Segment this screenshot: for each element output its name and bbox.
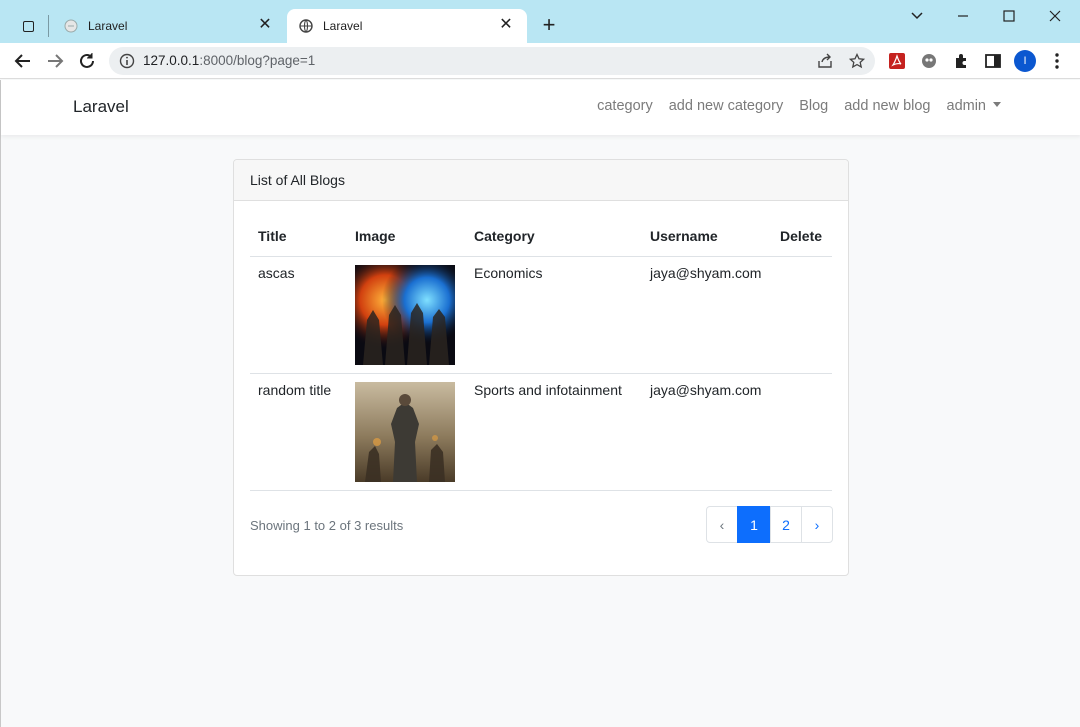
side-panel-icon[interactable] [981, 49, 1005, 73]
globe-icon [299, 19, 313, 33]
minimize-icon[interactable] [940, 4, 986, 28]
caret-down-icon [993, 102, 1001, 107]
profile-avatar[interactable]: I [1014, 50, 1036, 72]
pdf-extension-icon[interactable] [885, 49, 909, 73]
pagination: ‹ 1 2 › [706, 506, 833, 543]
user-dropdown-label: admin [946, 98, 987, 114]
pagination-prev: ‹ [706, 506, 738, 543]
navbar-brand[interactable]: Laravel [73, 97, 129, 117]
row-image-cell [347, 256, 466, 374]
tab-title: Laravel [323, 19, 363, 33]
column-header-title: Title [250, 216, 347, 257]
back-icon[interactable] [9, 47, 37, 75]
nav-links: category add new category Blog add new b… [581, 98, 1001, 114]
row-title: ascas [250, 256, 347, 374]
row-delete-cell [772, 256, 832, 374]
blog-thumbnail-image [355, 264, 455, 365]
favicon-icon [64, 19, 78, 33]
card-header: List of All Blogs [234, 160, 848, 201]
maximize-icon[interactable] [986, 4, 1032, 28]
url-text: 127.0.0.1:8000/blog?page=1 [143, 53, 316, 68]
forward-icon[interactable] [41, 47, 69, 75]
new-tab-button[interactable]: + [537, 13, 561, 37]
blog-thumbnail-image [355, 381, 455, 482]
user-dropdown[interactable]: admin [946, 98, 1001, 114]
tab-search-icon[interactable] [14, 14, 42, 38]
blogs-card: List of All Blogs Title Image Category U… [233, 159, 849, 576]
nav-link-add-new-blog[interactable]: add new blog [844, 98, 930, 114]
tab-list-icon[interactable] [894, 4, 940, 28]
close-tab-icon[interactable]: ✕ [256, 16, 274, 34]
column-header-category: Category [466, 216, 642, 257]
table-row: ascas Economics jaya@shyam.com [250, 256, 832, 374]
column-header-username: Username [642, 216, 772, 257]
row-category: Sports and infotainment [466, 373, 642, 491]
tab-strip: Laravel ✕ Laravel ✕ + [0, 0, 1080, 43]
share-icon[interactable] [815, 51, 835, 71]
table-row: random title Sports and infotainment jay… [250, 373, 832, 491]
site-info-icon[interactable] [119, 53, 135, 69]
browser-toolbar: 127.0.0.1:8000/blog?page=1 I [0, 43, 1080, 79]
blogs-table: Title Image Category Username Delete asc… [250, 216, 832, 491]
close-window-icon[interactable] [1032, 4, 1078, 28]
tab-separator [48, 15, 49, 37]
results-summary: Showing 1 to 2 of 3 results [250, 518, 404, 533]
row-delete-cell [772, 373, 832, 491]
row-image-cell [347, 373, 466, 491]
table-header-row: Title Image Category Username Delete [250, 216, 832, 257]
nav-link-add-new-category[interactable]: add new category [669, 98, 783, 114]
extensions-puzzle-icon[interactable] [949, 49, 973, 73]
menu-kebab-icon[interactable] [1045, 49, 1069, 73]
row-category: Economics [466, 256, 642, 374]
row-title: random title [250, 373, 347, 491]
reload-icon[interactable] [73, 47, 101, 75]
pagination-page-2[interactable]: 2 [770, 506, 802, 543]
pagination-next[interactable]: › [801, 506, 833, 543]
page-viewport: Laravel category add new category Blog a… [0, 80, 1080, 727]
pagination-page-1[interactable]: 1 [737, 506, 771, 543]
column-header-delete: Delete [772, 216, 832, 257]
extension-ghost-icon[interactable] [917, 49, 941, 73]
site-navbar: Laravel category add new category Blog a… [1, 80, 1080, 135]
nav-link-category[interactable]: category [597, 98, 653, 114]
row-username: jaya@shyam.com [642, 373, 772, 491]
column-header-image: Image [347, 216, 466, 257]
tab-title: Laravel [88, 19, 128, 33]
nav-link-blog[interactable]: Blog [799, 98, 828, 114]
row-username: jaya@shyam.com [642, 256, 772, 374]
address-bar[interactable]: 127.0.0.1:8000/blog?page=1 [109, 47, 875, 75]
tab-laravel-1[interactable]: Laravel ✕ [52, 9, 286, 43]
tab-laravel-2[interactable]: Laravel ✕ [287, 9, 527, 43]
close-tab-icon[interactable]: ✕ [497, 16, 515, 34]
bookmark-star-icon[interactable] [847, 51, 867, 71]
